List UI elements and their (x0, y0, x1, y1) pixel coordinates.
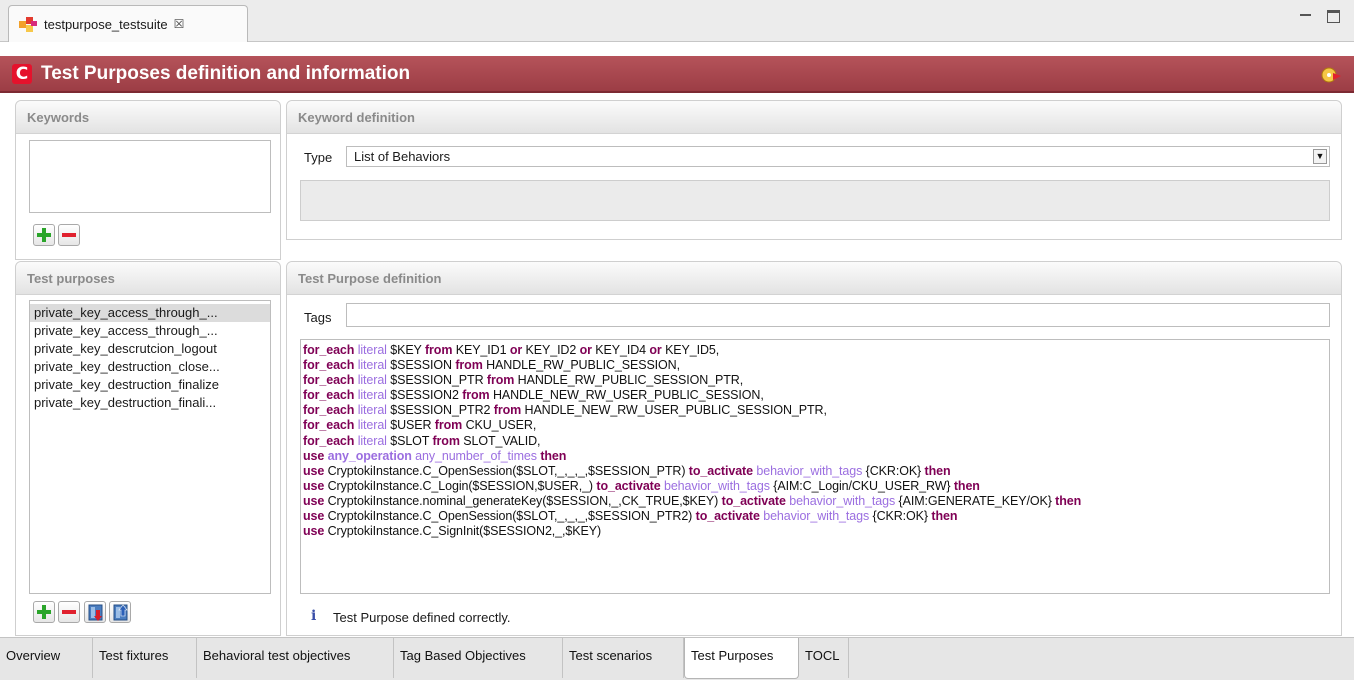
tab-test-purposes[interactable]: Test Purposes (684, 638, 799, 679)
test-purpose-definition-title: Test Purpose definition (298, 270, 442, 286)
tab-behavioral-test-objectives[interactable]: Behavioral test objectives (197, 638, 394, 678)
list-item[interactable]: private_key_destruction_close... (30, 358, 270, 376)
tab-overview[interactable]: Overview (0, 638, 93, 678)
tags-input[interactable] (346, 303, 1330, 327)
chevron-down-icon[interactable]: ▼ (1313, 149, 1327, 164)
test-purposes-title: Test purposes (27, 270, 115, 286)
editor-tab[interactable]: testpurpose_testsuite ☒ (8, 5, 248, 42)
code-line: for_each literal $SESSION_PTR from HANDL… (303, 373, 744, 388)
keywords-section-title: Keywords (27, 109, 90, 125)
window-controls (1299, 10, 1340, 24)
test-purposes-header: Test purposes (16, 262, 280, 295)
type-select-value: List of Behaviors (354, 149, 451, 164)
code-line: use CryptokiInstance.C_OpenSession($SLOT… (303, 509, 958, 524)
code-line: for_each literal $USER from CKU_USER, (303, 418, 537, 433)
add-test-purpose-button[interactable] (33, 601, 55, 623)
list-item[interactable]: private_key_access_through_... (30, 304, 270, 322)
list-item[interactable]: private_key_descrutcion_logout (30, 340, 270, 358)
page-tab-bar: Overview Test fixtures Behavioral test o… (0, 637, 1354, 680)
tags-label: Tags (304, 310, 332, 325)
tab-test-scenarios[interactable]: Test scenarios (563, 638, 684, 678)
code-line: for_each literal $SESSION_PTR2 from HAND… (303, 403, 827, 418)
status-message: Test Purpose defined correctly. (333, 610, 511, 625)
remove-keyword-button[interactable] (58, 224, 80, 246)
keywords-section-header: Keywords (16, 101, 280, 134)
maximize-button[interactable] (1327, 10, 1340, 23)
minimize-button[interactable] (1299, 10, 1313, 24)
info-icon: i (311, 608, 317, 624)
help-icon[interactable] (1320, 64, 1342, 86)
tab-tocl[interactable]: TOCL (799, 638, 849, 678)
code-line: for_each literal $SESSION from HANDLE_RW… (303, 358, 680, 373)
code-line: use CryptokiInstance.C_SignInit($SESSION… (303, 524, 602, 539)
type-label: Type (304, 150, 333, 165)
page-title: Test Purposes definition and information (41, 62, 411, 84)
list-item[interactable]: private_key_destruction_finalize (30, 376, 270, 394)
close-icon[interactable]: ☒ (174, 17, 185, 31)
code-line: use CryptokiInstance.C_Login($SESSION,$U… (303, 478, 980, 493)
keyword-definition-title: Keyword definition (298, 109, 415, 125)
test-suite-icon (19, 17, 37, 32)
tab-tag-based-objectives[interactable]: Tag Based Objectives (394, 638, 563, 678)
code-line: use CryptokiInstance.C_OpenSession($SLOT… (303, 463, 951, 478)
remove-test-purpose-button[interactable] (58, 601, 80, 623)
plus-icon (37, 605, 51, 619)
keyword-definition-textarea[interactable] (300, 180, 1330, 221)
list-item[interactable]: private_key_access_through_... (30, 322, 270, 340)
export-icon (113, 604, 128, 621)
add-keyword-button[interactable] (33, 224, 55, 246)
cryptoki-logo-icon: C (12, 63, 32, 84)
form-header: C Test Purposes definition and informati… (0, 56, 1354, 93)
test-purpose-definition-header: Test Purpose definition (287, 262, 1341, 295)
code-line: for_each literal $SLOT from SLOT_VALID, (303, 433, 541, 448)
type-select[interactable]: List of Behaviors ▼ (346, 146, 1330, 167)
test-purposes-list[interactable]: private_key_access_through_... private_k… (29, 300, 271, 594)
editor-tab-title: testpurpose_testsuite (44, 16, 168, 32)
code-line: use any_operation any_number_of_times th… (303, 448, 567, 463)
plus-icon (37, 228, 51, 242)
import-button[interactable] (84, 601, 106, 623)
minus-icon (62, 233, 76, 237)
code-line: use CryptokiInstance.nominal_generateKey… (303, 493, 1082, 508)
keywords-list[interactable] (29, 140, 271, 213)
code-line: for_each literal $KEY from KEY_ID1 or KE… (303, 343, 720, 357)
minus-icon (62, 610, 76, 614)
keyword-definition-header: Keyword definition (287, 101, 1341, 134)
editor-tab-strip: testpurpose_testsuite ☒ (0, 0, 1354, 42)
code-line: for_each literal $SESSION2 from HANDLE_N… (303, 388, 764, 403)
tab-test-fixtures[interactable]: Test fixtures (93, 638, 197, 678)
export-button[interactable] (109, 601, 131, 623)
test-purpose-code-editor[interactable]: for_each literal $KEY from KEY_ID1 or KE… (300, 339, 1330, 594)
list-item[interactable]: private_key_destruction_finali... (30, 394, 270, 412)
import-icon (88, 604, 103, 621)
